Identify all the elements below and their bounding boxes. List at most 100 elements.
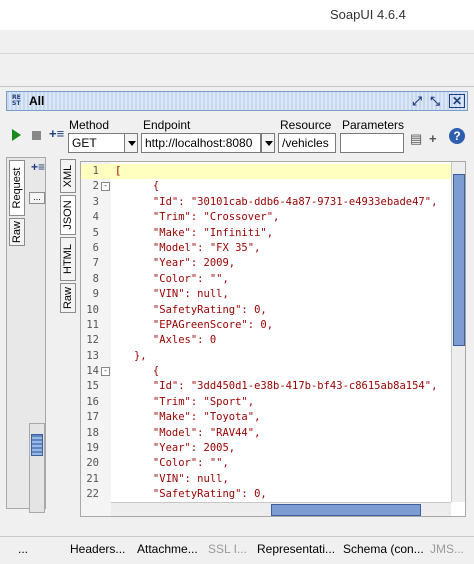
json-response-editor[interactable]: 1[2- {3 "Id": "30101cab-ddb6-4a87-9731-e… (80, 161, 466, 517)
editor-horizontal-scrollbar[interactable] (111, 502, 451, 516)
code-text: "VIN": null, (115, 472, 229, 485)
editor-vertical-scrollbar[interactable] (451, 162, 465, 502)
code-text: "Trim": "Crossover", (115, 211, 280, 224)
code-line[interactable]: 17 "Make": "Toyota", (81, 410, 465, 425)
tab-attachments[interactable]: Attachme... (137, 542, 198, 556)
line-number: 12 (86, 334, 99, 347)
resource-field[interactable]: /vehicles (278, 133, 336, 153)
code-line[interactable]: 16 "Trim": "Sport", (81, 395, 465, 410)
code-text: "Color": "", (115, 457, 229, 470)
side-panel-scroll-thumb[interactable] (31, 434, 43, 456)
tab-xml[interactable]: XML (60, 159, 76, 193)
code-text: "Trim": "Sport", (115, 395, 255, 408)
template-icon[interactable]: ▤ (410, 131, 422, 147)
code-text: "Id": "30101cab-ddb6-4a87-9731-e4933ebad… (115, 195, 438, 208)
method-dropdown-icon[interactable] (124, 133, 138, 153)
rest-icon: RE ST (12, 94, 21, 107)
method-select[interactable]: GET (68, 133, 126, 153)
side-panel-scrollbar[interactable] (29, 423, 45, 513)
line-number: 18 (86, 426, 99, 439)
fold-toggle-icon[interactable]: - (101, 182, 110, 192)
endpoint-dropdown-icon[interactable] (261, 133, 275, 153)
line-number: 5 (92, 226, 99, 239)
request-toolbar: +≡ Method GET Endpoint http://localhost:… (0, 115, 474, 155)
tab-raw-request[interactable]: Raw (9, 218, 25, 246)
menu-bar (0, 30, 474, 54)
tab-raw-request-label: Raw (11, 220, 23, 244)
code-text: "VIN": null, (115, 288, 229, 301)
code-text: "Year": 2005, (115, 442, 236, 455)
code-line[interactable]: 14- { (81, 364, 465, 379)
endpoint-select[interactable]: http://localhost:8080 (141, 133, 261, 153)
play-icon[interactable] (12, 129, 21, 141)
tab-request[interactable]: Request (9, 160, 25, 216)
code-line[interactable]: 11 "EPAGreenScore": 0, (81, 318, 465, 333)
help-icon[interactable]: ? (449, 128, 465, 144)
title-bar: SoapUI 4.6.4 (0, 0, 474, 30)
add-header-icon[interactable]: +≡ (31, 160, 45, 174)
code-line[interactable]: 21 "VIN": null, (81, 472, 465, 487)
code-line[interactable]: 7 "Year": 2009, (81, 256, 465, 271)
editor-vertical-scroll-thumb[interactable] (453, 174, 465, 346)
code-text: "Model": "RAV44", (115, 426, 261, 439)
tab-json-label: JSON (62, 200, 74, 230)
code-line[interactable]: 20 "Color": "", (81, 456, 465, 471)
workspace-gap (0, 54, 474, 86)
code-line[interactable]: 2- { (81, 179, 465, 194)
code-line[interactable]: 15 "Id": "3dd450d1-e38b-417b-bf43-c8615a… (81, 379, 465, 394)
line-number: 1 (92, 165, 99, 177)
editor-horizontal-scroll-thumb[interactable] (271, 504, 421, 516)
code-line[interactable]: 4 "Trim": "Crossover", (81, 210, 465, 225)
line-number: 4 (92, 211, 99, 224)
code-text: "Color": "", (115, 272, 229, 285)
tab-json[interactable]: JSON (60, 195, 76, 235)
code-line[interactable]: 5 "Make": "Infiniti", (81, 226, 465, 241)
code-line[interactable]: 1[ (81, 164, 465, 180)
line-number: 11 (86, 318, 99, 331)
parameters-field[interactable] (340, 133, 404, 153)
code-line[interactable]: 9 "VIN": null, (81, 287, 465, 302)
code-text: "Year": 2009, (115, 257, 236, 270)
code-line[interactable]: 22 "SafetyRating": 0, (81, 487, 465, 502)
tab-html[interactable]: HTML (60, 237, 76, 281)
code-text: }, (115, 349, 147, 362)
more-options-button[interactable]: ... (29, 192, 45, 204)
code-line[interactable]: 12 "Axles": 0 (81, 333, 465, 348)
tab-jms: JMS... (430, 542, 465, 556)
stop-icon[interactable] (32, 131, 41, 140)
add-param-icon[interactable]: +≡ (49, 126, 64, 141)
code-line[interactable]: 10 "SafetyRating": 0, (81, 303, 465, 318)
code-line[interactable]: 19 "Year": 2005, (81, 441, 465, 456)
code-text: "EPAGreenScore": 0, (115, 318, 274, 331)
line-number: 17 (86, 411, 99, 424)
code-line[interactable]: 13 }, (81, 349, 465, 364)
code-text: "Axles": 0 (115, 334, 217, 347)
bottom-more-button[interactable]: ... (18, 542, 28, 556)
code-line[interactable]: 6 "Model": "FX 35", (81, 241, 465, 256)
code-text: "SafetyRating": 0, (115, 303, 267, 316)
code-line[interactable]: 18 "Model": "RAV44", (81, 426, 465, 441)
code-line[interactable]: 8 "Color": "", (81, 272, 465, 287)
line-number: 14 (86, 365, 99, 378)
line-number: 20 (86, 457, 99, 470)
code-line[interactable]: 3 "Id": "30101cab-ddb6-4a87-9731-e4933eb… (81, 195, 465, 210)
code-text: { (115, 365, 160, 378)
panel-title: All (29, 94, 45, 108)
fold-toggle-icon[interactable]: - (101, 367, 110, 377)
close-icon[interactable]: ✕ (449, 94, 465, 108)
line-number: 6 (92, 241, 99, 254)
tab-representations[interactable]: Representati... (257, 542, 335, 556)
tab-request-label: Request (11, 167, 23, 209)
detach-icon[interactable]: ⤢ (409, 93, 425, 109)
code-text: "SafetyRating": 0, (115, 488, 267, 501)
endpoint-label: Endpoint (143, 118, 191, 132)
tab-schema[interactable]: Schema (con... (343, 542, 424, 556)
maximize-icon[interactable]: ⤡ (427, 93, 443, 109)
add-icon[interactable]: + (429, 131, 437, 146)
code-text: "Model": "FX 35", (115, 241, 261, 254)
tab-headers[interactable]: Headers... (70, 542, 125, 556)
tab-raw-response[interactable]: Raw (60, 283, 76, 313)
line-number: 2 (92, 180, 99, 193)
line-number: 10 (86, 303, 99, 316)
code-text: "Make": "Infiniti", (115, 226, 274, 239)
